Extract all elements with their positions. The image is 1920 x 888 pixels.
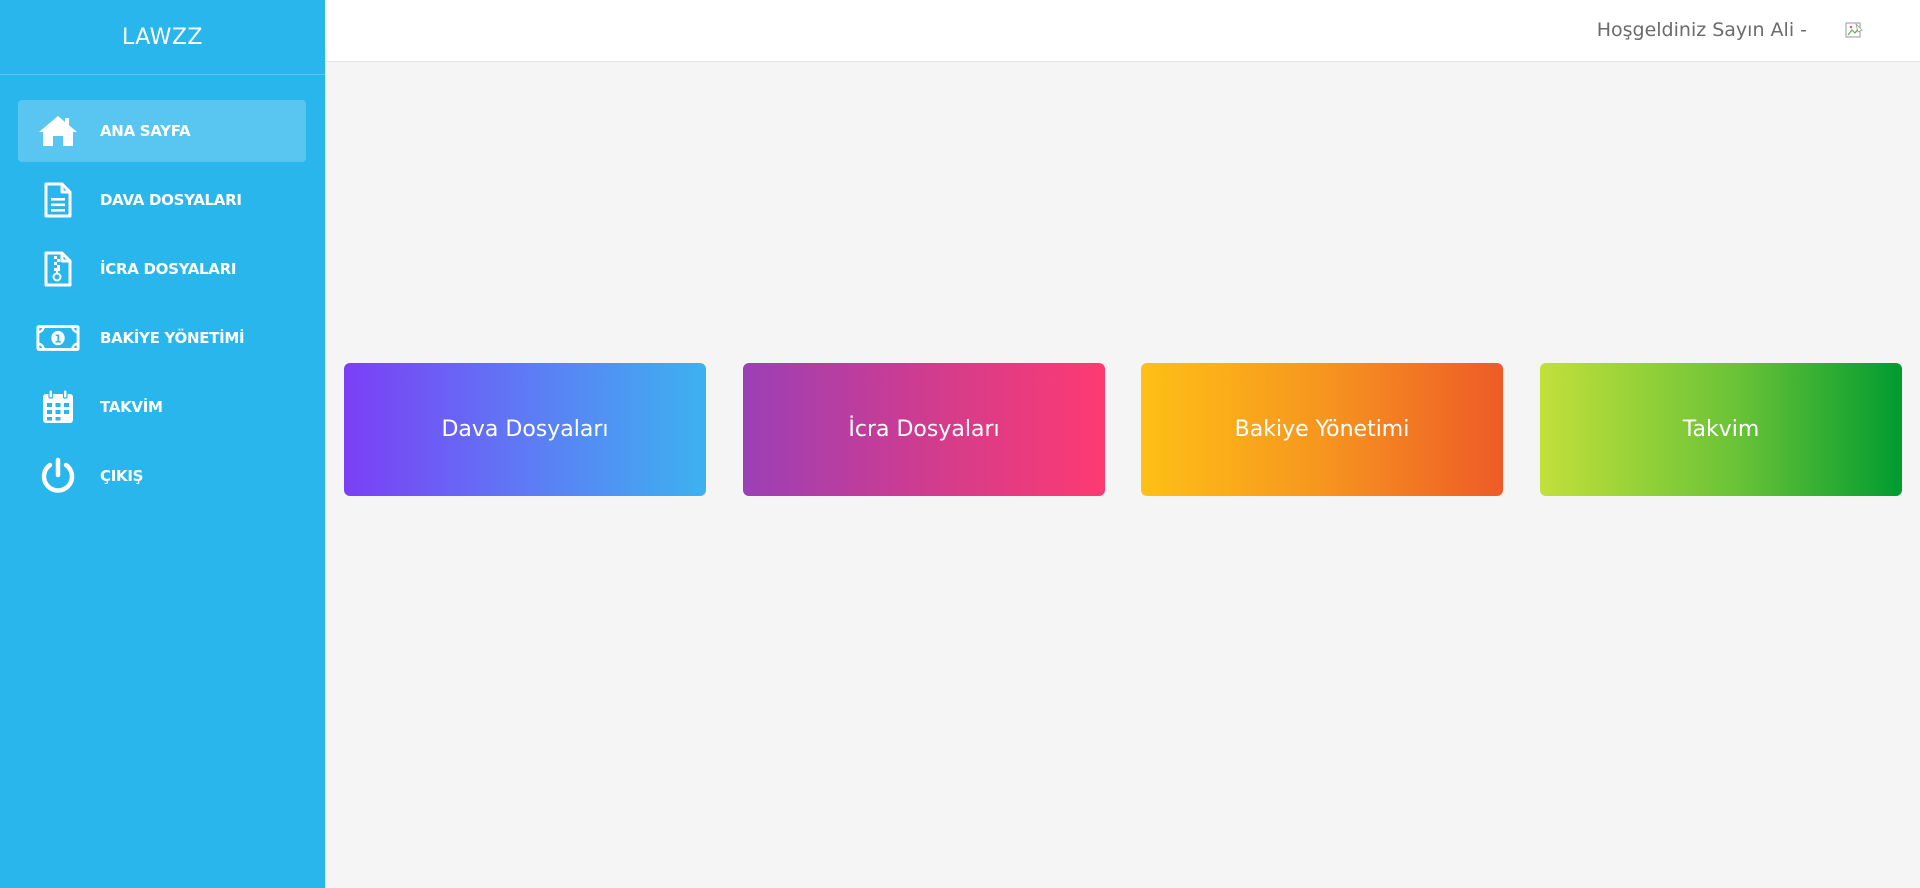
sidebar-item-label: ANA SAYFA — [100, 122, 191, 140]
sidebar-item-label: İCRA DOSYALARI — [100, 260, 237, 278]
sidebar: LAWZZ ANA SAYFA DAVA DOSYALARI İCRA DOSY… — [0, 0, 325, 888]
app: LAWZZ ANA SAYFA DAVA DOSYALARI İCRA DOSY… — [0, 0, 1920, 888]
sidebar-item-takvim[interactable]: TAKVİM — [18, 376, 306, 438]
power-icon — [36, 456, 80, 496]
sidebar-nav: ANA SAYFA DAVA DOSYALARI İCRA DOSYALARI … — [0, 100, 325, 514]
card-dava-dosyalari[interactable]: Dava Dosyaları — [344, 363, 706, 496]
sidebar-item-label: ÇIKIŞ — [100, 467, 144, 485]
sidebar-item-icra-dosyalari[interactable]: İCRA DOSYALARI — [18, 238, 306, 300]
sidebar-item-bakiye-yonetimi[interactable]: 1 BAKİYE YÖNETİMİ — [18, 307, 306, 369]
calendar-icon — [36, 387, 80, 427]
welcome-text: Hoşgeldiniz Sayın Ali - — [1596, 19, 1807, 41]
card-takvim[interactable]: Takvim — [1540, 363, 1902, 496]
zip-file-icon — [36, 249, 80, 289]
svg-text:1: 1 — [54, 333, 61, 345]
broken-image-icon[interactable] — [1845, 22, 1865, 40]
sidebar-item-dava-dosyalari[interactable]: DAVA DOSYALARI — [18, 169, 306, 231]
header: Hoşgeldiniz Sayın Ali - — [325, 0, 1920, 62]
sidebar-item-label: BAKİYE YÖNETİMİ — [100, 329, 245, 347]
home-icon — [36, 111, 80, 151]
money-icon: 1 — [36, 318, 80, 358]
brand-logo[interactable]: LAWZZ — [0, 0, 325, 75]
card-bakiye-yonetimi[interactable]: Bakiye Yönetimi — [1141, 363, 1503, 496]
dashboard-cards: Dava Dosyaları İcra Dosyaları Bakiye Yön… — [325, 363, 1920, 496]
sidebar-item-label: TAKVİM — [100, 398, 163, 416]
card-icra-dosyalari[interactable]: İcra Dosyaları — [743, 363, 1105, 496]
sidebar-item-label: DAVA DOSYALARI — [100, 191, 242, 209]
sidebar-item-cikis[interactable]: ÇIKIŞ — [18, 445, 306, 507]
document-icon — [36, 180, 80, 220]
sidebar-item-ana-sayfa[interactable]: ANA SAYFA — [18, 100, 306, 162]
